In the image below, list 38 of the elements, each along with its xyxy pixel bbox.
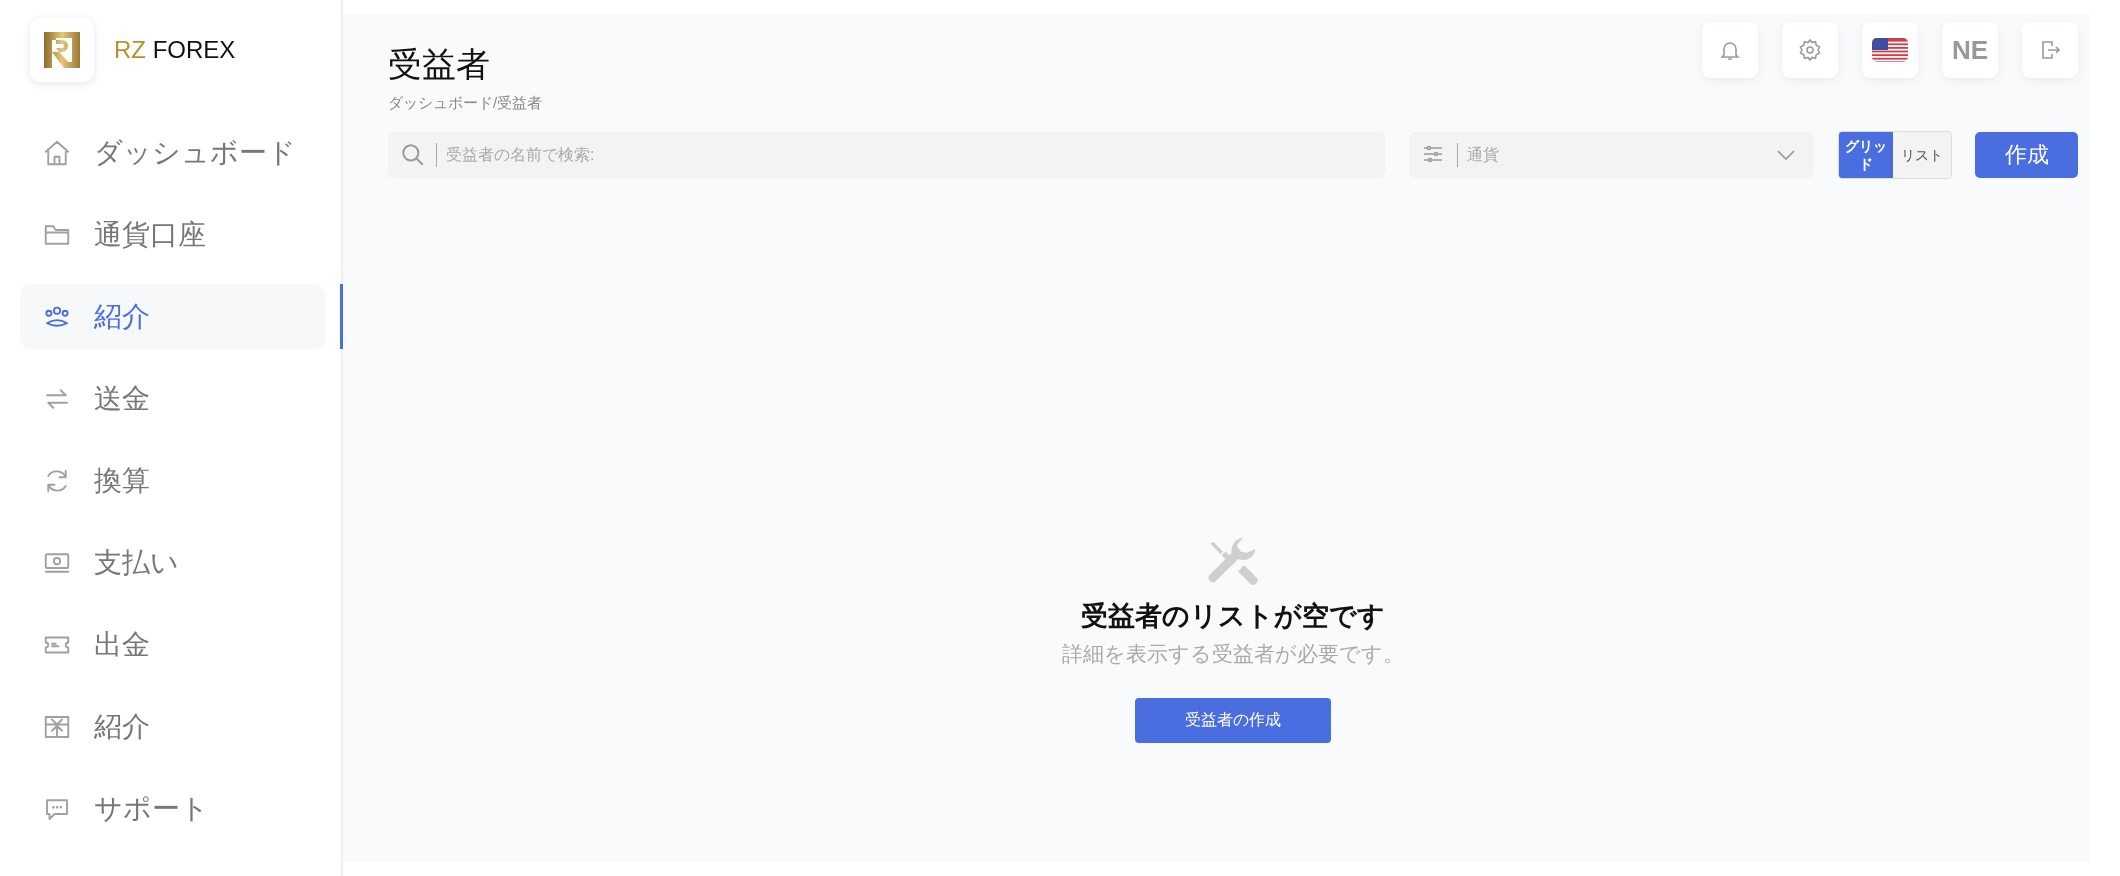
sidebar-item-label: サポート xyxy=(94,791,209,826)
sidebar-item[interactable]: 紹介 xyxy=(20,694,325,759)
view-toggle-button[interactable]: リスト xyxy=(1893,132,1951,178)
sidebar-item-label: 支払い xyxy=(94,545,179,580)
brand-name: RZ FOREX xyxy=(114,36,236,64)
settings-button[interactable] xyxy=(1782,22,1838,78)
sidebar-item[interactable]: サポート xyxy=(20,776,325,841)
sidebar-item[interactable]: 送金 xyxy=(20,366,325,431)
sidebar-item-label: 出金 xyxy=(94,627,150,662)
create-beneficiary-button[interactable]: 受益者の作成 xyxy=(1135,698,1331,743)
currency-select[interactable]: 通貨 xyxy=(1409,132,1814,178)
sidebar-item[interactable]: ダッシュボード xyxy=(20,120,325,185)
empty-state-title: 受益者のリストが空です xyxy=(1081,600,1385,633)
language-button[interactable] xyxy=(1862,22,1918,78)
sidebar-item-label: ダッシュボード xyxy=(94,135,296,170)
sidebar-item[interactable]: 出金 xyxy=(20,612,325,677)
settings-icon xyxy=(1798,38,1822,62)
search-icon xyxy=(400,142,426,168)
logo-icon xyxy=(42,30,82,70)
sidebar-item-label: 紹介 xyxy=(94,299,150,334)
active-indicator xyxy=(340,284,343,349)
flag-icon xyxy=(1872,38,1908,62)
sidebar-item-label: 換算 xyxy=(94,463,150,498)
sidebar-item-label: 紹介 xyxy=(94,709,150,744)
sidebar-item[interactable]: 通貨口座 xyxy=(20,202,325,267)
profile-button[interactable]: NE xyxy=(1942,22,1998,78)
sidebar-item-label: 送金 xyxy=(94,381,150,416)
breadcrumb: ダッシュボード/受益者 xyxy=(388,94,543,113)
view-toggle-button[interactable]: グリッド xyxy=(1839,132,1893,178)
logout-button[interactable] xyxy=(2022,22,2078,78)
sidebar-item[interactable]: 換算 xyxy=(20,448,325,513)
notification-button[interactable] xyxy=(1702,22,1758,78)
create-button[interactable]: 作成 xyxy=(1975,132,2078,178)
sidebar-item[interactable]: 支払い xyxy=(20,530,325,595)
search-field[interactable]: 受益者の名前で検索: xyxy=(388,132,1385,178)
page-title: 受益者 xyxy=(388,44,491,85)
sidebar-item-label: 通貨口座 xyxy=(94,217,206,252)
empty-state-message: 詳細を表示する受益者が必要です。 xyxy=(1062,641,1404,667)
